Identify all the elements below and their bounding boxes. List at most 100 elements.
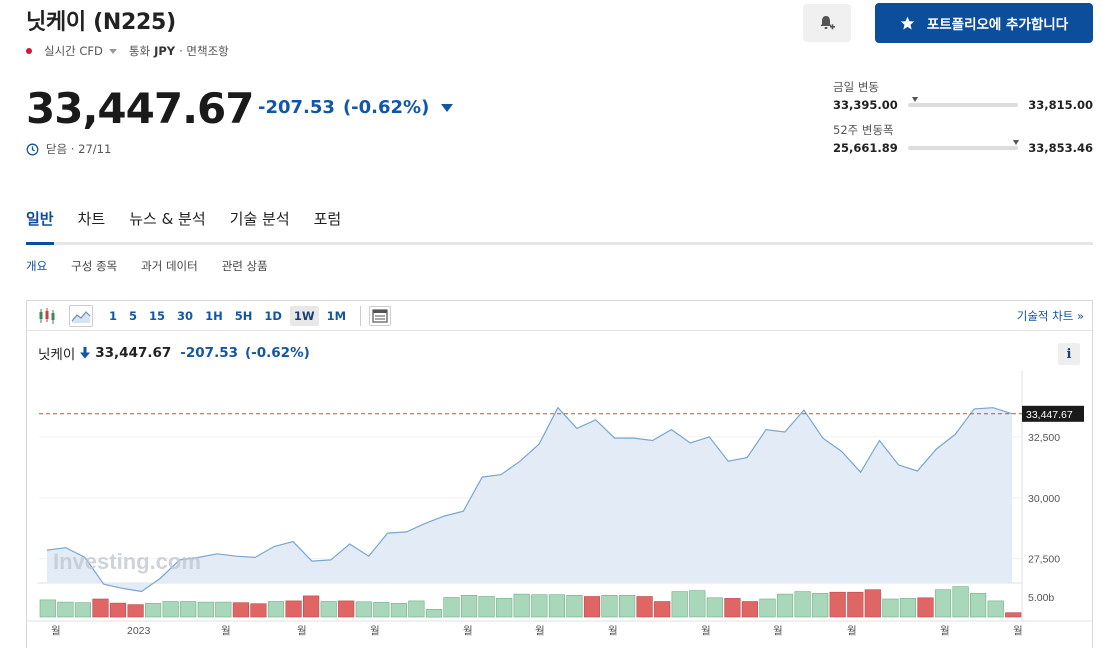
volume-bar [636,596,653,618]
day-range-marker [912,97,919,102]
chevron-down-icon[interactable] [108,48,117,54]
x-tick-label: 월 [847,625,857,637]
tab-forum[interactable]: 포럼 [314,205,342,245]
interval-1h[interactable]: 1H [201,306,227,326]
volume-bar [127,604,144,618]
volume-bar [952,586,969,618]
add-to-portfolio-button[interactable]: 포트폴리오에 추가합니다 [875,3,1093,43]
chart-toolbar: 1 5 15 30 1H 5H 1D 1W 1M 기술적 차트 » [27,301,1092,331]
price-chart[interactable]: 27,500 30,000 32,500 Investing.com 33,447.67… [27,331,1092,648]
x-tick-label: 2023 [127,625,151,637]
area-chart-icon [71,310,91,323]
candlestick-icon [39,307,55,324]
subtab-related[interactable]: 관련 상품 [222,258,268,274]
volume-bar [496,598,513,618]
volume-bar [320,601,337,618]
volume-bar [689,590,706,618]
volume-bar [969,593,987,618]
volume-bar [373,602,390,618]
area-chart-button[interactable] [69,304,93,327]
volume-bar [162,601,179,618]
x-tick-label: 월 [940,625,950,637]
interval-30[interactable]: 30 [173,306,197,326]
table-icon [372,308,388,323]
interval-15[interactable]: 15 [145,306,169,326]
volume-bar [864,589,881,618]
interval-5[interactable]: 5 [125,306,141,326]
volume-bar [145,603,162,618]
volume-axis-label: 5.00b [1028,592,1054,604]
year-range-label: 52주 변동폭 [833,123,894,137]
volume-bar [109,602,127,618]
clock-icon [26,143,39,155]
x-tick-label: 월 [701,625,711,637]
tab-general[interactable]: 일반 [26,205,54,245]
x-tick-label: 월 [221,625,231,637]
current-price-label: 33,447.67 [1026,409,1073,421]
subtab-components[interactable]: 구성 종목 [71,258,117,274]
toolbar-divider [360,305,362,326]
sub-tabs: 개요 구성 종목 과거 데이터 관련 상품 [26,258,268,274]
x-tick-label: 월 [608,625,618,637]
alert-button[interactable] [803,4,851,42]
day-range-high: 33,815.00 [1028,98,1093,112]
currency-label: 통화 [128,44,151,58]
x-tick-label: 월 [535,625,545,637]
interval-1w[interactable]: 1W [289,305,319,326]
volume-bar [57,601,74,618]
down-arrow-icon [441,103,454,112]
volume-bar [285,600,302,618]
y-tick-label: 32,500 [1028,432,1060,444]
candlestick-chart-button[interactable] [35,305,59,327]
volume-bar [267,601,285,618]
watermark-text: Investing.com [53,549,201,574]
volume-bar [74,602,91,618]
volume-bar [197,601,214,618]
subtab-historical-data[interactable]: 과거 데이터 [141,258,198,274]
volume-bar [706,597,723,618]
subtab-overview[interactable]: 개요 [26,258,47,274]
volume-bar [794,591,811,618]
x-tick-label: 월 [297,625,307,637]
interval-5h[interactable]: 5H [231,306,257,326]
realtime-selector[interactable]: 실시간 CFD [44,43,103,59]
tab-technical-analysis[interactable]: 기술 분석 [230,205,290,245]
volume-bar [917,597,934,618]
day-range-bar [907,97,1019,107]
volume-bar [425,608,443,618]
tab-chart[interactable]: 차트 [78,205,106,245]
volume-bar [338,600,355,618]
x-tick-label: 월 [370,625,380,637]
year-range-bar [907,140,1020,150]
volume-bar [92,598,109,618]
volume-bar [829,591,846,618]
volume-bar [460,594,478,618]
technical-chart-link[interactable]: 기술적 차트 » [1017,308,1084,324]
volume-bar [601,594,618,618]
volume-bar [882,598,899,618]
x-tick-label: 월 [1013,625,1023,637]
interval-1d[interactable]: 1D [260,306,286,326]
volume-bar [478,596,495,618]
chart-settings-button[interactable] [369,305,392,326]
volume-bar [566,594,583,618]
main-tabs: 일반 차트 뉴스 & 분석 기술 분석 포럼 [26,205,1093,245]
x-tick-label: 월 [51,625,61,637]
interval-1[interactable]: 1 [105,306,121,326]
realtime-dot-icon [26,48,32,54]
volume-bar [776,593,794,618]
volume-bar [390,603,408,618]
volume-bar [1005,612,1022,618]
volume-bar [232,602,250,618]
instrument-meta: 실시간 CFD 통화 JPY · 면책조항 [26,43,229,59]
volume-bar [443,597,460,618]
disclaimer-link[interactable]: · 면책조항 [179,43,229,59]
bell-plus-icon [820,16,835,30]
tab-news-analysis[interactable]: 뉴스 & 분석 [129,205,205,245]
volume-bar [513,593,530,618]
add-to-portfolio-label: 포트폴리오에 추가합니다 [926,17,1069,33]
volume-bar [531,594,548,618]
volume-bar [355,601,372,618]
interval-1m[interactable]: 1M [323,306,350,326]
current-price: 33,447.67 [26,84,254,133]
